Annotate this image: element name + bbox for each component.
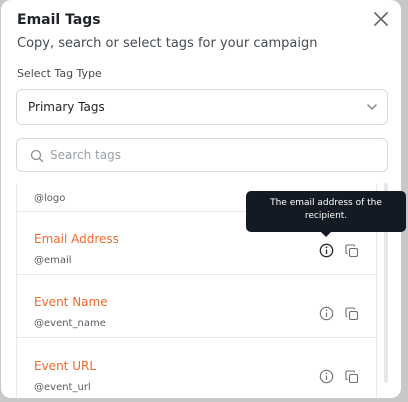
tag-name: Event Name [34,295,108,309]
copy-icon[interactable] [345,244,359,258]
tag-code: @email [34,255,72,266]
info-icon[interactable] [319,306,334,321]
tag-code: @logo [34,193,66,204]
info-icon[interactable] [319,243,334,258]
tag-name: Event URL [34,359,96,373]
copy-icon[interactable] [345,307,359,321]
info-icon[interactable] [319,369,334,384]
info-tooltip: The email address of the recipient. [246,191,406,237]
tag-type-label: Select Tag Type [17,67,102,80]
modal-title: Email Tags [17,12,101,28]
tooltip-text: The email address of the recipient. [270,198,382,221]
tag-code: @event_url [34,382,91,393]
close-icon[interactable] [372,10,390,28]
search-input[interactable] [50,145,370,165]
tag-name: Email Address [34,232,119,246]
modal-subtitle: Copy, search or select tags for your cam… [17,36,318,51]
tag-row[interactable]: Event Name @event_name [17,275,376,338]
tag-row[interactable]: Event URL @event_url [17,338,376,398]
copy-icon[interactable] [345,370,359,384]
tag-type-value: Primary Tags [28,100,105,114]
search-box [16,138,388,172]
tag-code: @event_name [34,318,106,329]
chevron-down-icon [367,104,377,110]
tooltip-arrow [321,232,331,237]
search-icon [30,149,44,163]
tag-type-select[interactable]: Primary Tags [16,89,388,125]
